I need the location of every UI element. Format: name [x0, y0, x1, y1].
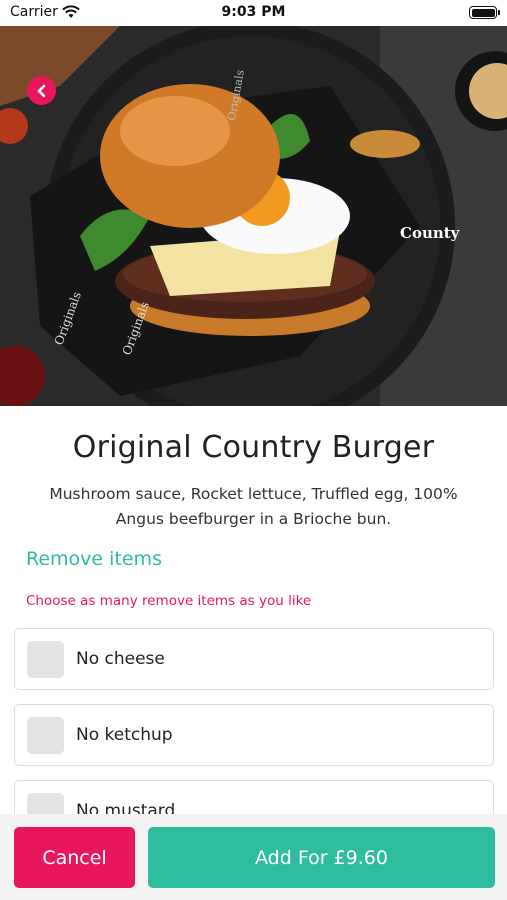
battery-icon	[469, 6, 500, 19]
product-description: Mushroom sauce, Rocket lettuce, Truffled…	[49, 485, 458, 528]
burger-photo-icon: County Originals Originals Originals	[0, 26, 507, 406]
status-time: 9:03 PM	[221, 4, 286, 20]
product-image: County Originals Originals Originals	[0, 26, 507, 406]
remove-items-hint: Choose as many remove items as you like	[26, 593, 312, 609]
option-no-cheese[interactable]: No cheese	[14, 628, 494, 690]
checkbox[interactable]	[27, 717, 64, 754]
option-no-ketchup[interactable]: No ketchup	[14, 704, 494, 766]
chevron-left-icon	[37, 84, 45, 97]
checkbox[interactable]	[27, 793, 64, 814]
option-label: No mustard	[76, 801, 176, 814]
cancel-button[interactable]: Cancel	[14, 827, 135, 888]
add-to-order-button[interactable]: Add For £9.60	[148, 827, 495, 888]
action-bar: Cancel Add For £9.60	[0, 814, 507, 900]
product-details: Original Country Burger Mushroom sauce, …	[0, 406, 507, 814]
option-no-mustard[interactable]: No mustard	[14, 780, 494, 814]
remove-items-title: Remove items	[26, 548, 162, 570]
option-label: No cheese	[76, 649, 165, 669]
status-bar: Carrier 9:03 PM	[0, 0, 507, 26]
back-button[interactable]	[27, 76, 56, 105]
option-label: No ketchup	[76, 725, 173, 745]
checkbox[interactable]	[27, 641, 64, 678]
brand-text: County	[400, 224, 461, 242]
product-title: Original Country Burger	[72, 430, 435, 465]
